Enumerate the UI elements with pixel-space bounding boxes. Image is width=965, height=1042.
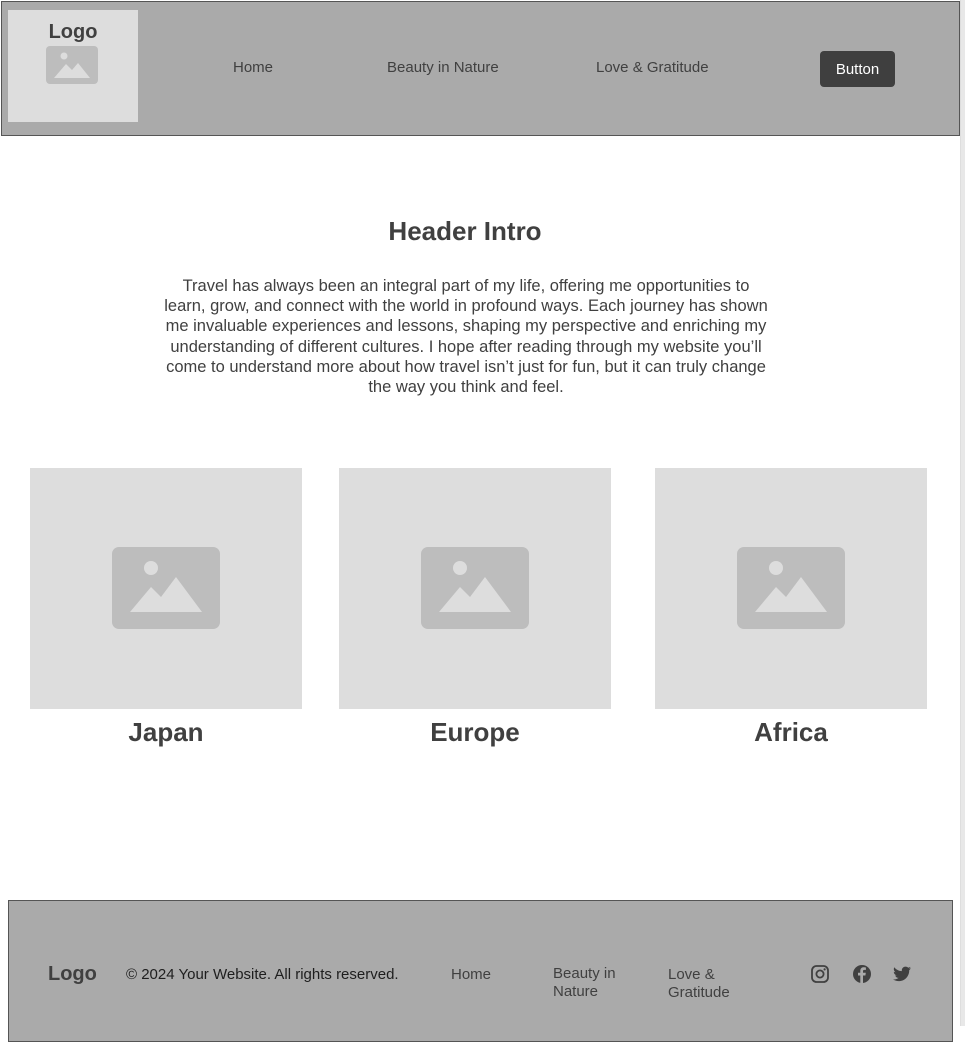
instagram-icon[interactable]: [810, 964, 830, 984]
card-image: [655, 468, 927, 709]
site-footer: Logo © 2024 Your Website. All rights res…: [8, 900, 953, 1042]
intro-title: Header Intro: [388, 216, 542, 246]
card-title: Africa: [754, 717, 828, 747]
logo-text: Logo: [48, 21, 98, 43]
footer-link-beauty-in-nature[interactable]: Beauty in Nature: [553, 965, 633, 1001]
header-button[interactable]: Button: [820, 51, 895, 87]
card-europe[interactable]: Europe: [339, 468, 611, 748]
card-africa[interactable]: Africa: [655, 468, 927, 748]
nav-link-beauty-in-nature[interactable]: Beauty in Nature: [387, 59, 499, 76]
footer-logo[interactable]: Logo: [48, 963, 97, 986]
footer-copyright: © 2024 Your Website. All rights reserved…: [126, 966, 399, 983]
facebook-icon[interactable]: [852, 964, 872, 984]
image-placeholder-icon: [737, 547, 845, 629]
twitter-icon[interactable]: [892, 964, 912, 984]
image-placeholder-icon: [421, 547, 529, 629]
image-placeholder-icon: [46, 46, 98, 84]
intro-text: Travel has always been an integral part …: [164, 277, 768, 397]
footer-link-love-gratitude[interactable]: Love & Gratitude: [668, 966, 748, 1002]
nav-link-love-gratitude[interactable]: Love & Gratitude: [596, 59, 709, 76]
card-image: [30, 468, 302, 709]
nav-link-home[interactable]: Home: [233, 59, 273, 76]
card-japan[interactable]: Japan: [30, 468, 302, 748]
card-image: [339, 468, 611, 709]
logo[interactable]: Logo: [8, 10, 138, 122]
site-header: Logo Home Beauty in Nature Love & Gratit…: [1, 1, 960, 136]
card-title: Japan: [128, 717, 204, 747]
footer-link-home[interactable]: Home: [451, 966, 491, 984]
scrollbar[interactable]: [960, 0, 965, 1026]
image-placeholder-icon: [112, 547, 220, 629]
card-title: Europe: [430, 717, 520, 747]
